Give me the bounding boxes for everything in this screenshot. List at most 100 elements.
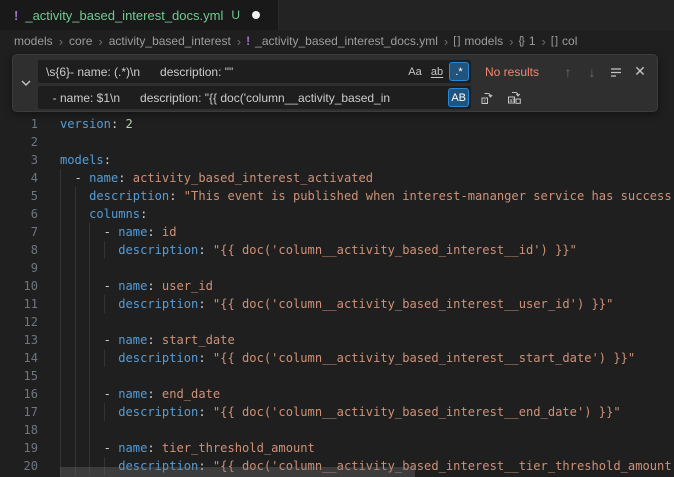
line-number[interactable]: 6 xyxy=(0,205,38,223)
line-number[interactable]: 17 xyxy=(0,403,38,421)
line-number[interactable]: 1 xyxy=(0,115,38,133)
unsaved-dot-icon[interactable] xyxy=(252,11,260,19)
indent-guide xyxy=(60,439,61,457)
indent-guide xyxy=(60,295,61,313)
find-input[interactable]: \s{6}- name: (.*)\n description: "" Aa a… xyxy=(38,60,471,83)
token: "{{ doc('column__activity_based_interest… xyxy=(206,405,621,419)
token: : xyxy=(140,207,147,221)
code-text[interactable]: - name: id xyxy=(38,223,674,241)
code-line[interactable]: 16 - name: end_date xyxy=(0,385,674,403)
line-number[interactable]: 8 xyxy=(0,241,38,259)
replace-button[interactable]: c xyxy=(476,87,498,109)
code-line[interactable]: 7 - name: id xyxy=(0,223,674,241)
indent-guide xyxy=(60,277,61,295)
whole-word-toggle[interactable]: ab xyxy=(427,62,447,81)
line-number[interactable]: 7 xyxy=(0,223,38,241)
code-line[interactable]: 19 - name: tier_threshold_amount xyxy=(0,439,674,457)
code-line[interactable]: 5 description: "This event is published … xyxy=(0,187,674,205)
preserve-case-toggle[interactable]: AB xyxy=(448,88,469,107)
line-number[interactable]: 15 xyxy=(0,367,38,385)
code-line[interactable]: 13 - name: start_date xyxy=(0,331,674,349)
breadcrumb-item[interactable]: [ ]col xyxy=(551,34,579,48)
code-line[interactable]: 4 - name: activity_based_interest_activa… xyxy=(0,169,674,187)
code-line[interactable]: 10 - name: user_id xyxy=(0,277,674,295)
line-number[interactable]: 10 xyxy=(0,277,38,295)
line-number[interactable]: 18 xyxy=(0,421,38,439)
code-text[interactable]: - name: start_date xyxy=(38,331,674,349)
regex-toggle[interactable]: .* xyxy=(449,62,469,81)
code-line[interactable]: 17 description: "{{ doc('column__activit… xyxy=(0,403,674,421)
find-in-selection-button[interactable] xyxy=(605,61,627,83)
code-text[interactable]: version: 2 xyxy=(38,115,674,133)
indent-guide xyxy=(75,205,76,223)
line-number[interactable]: 2 xyxy=(0,133,38,151)
code-line[interactable]: 18 xyxy=(0,421,674,439)
line-number[interactable]: 20 xyxy=(0,457,38,475)
code-line[interactable]: 8 description: "{{ doc('column__activity… xyxy=(0,241,674,259)
code-text[interactable] xyxy=(38,421,674,439)
match-case-toggle[interactable]: Aa xyxy=(405,62,425,81)
code-text[interactable]: description: "{{ doc('column__activity_b… xyxy=(38,349,674,367)
close-find-button[interactable]: ✕ xyxy=(629,61,651,83)
code-text[interactable] xyxy=(38,133,674,151)
breadcrumb-item[interactable]: activity_based_interest xyxy=(108,34,232,48)
code-text[interactable]: - name: tier_threshold_amount xyxy=(38,439,674,457)
code-text[interactable]: columns: xyxy=(38,205,674,223)
line-number[interactable]: 9 xyxy=(0,259,38,277)
code-line[interactable]: 12 xyxy=(0,313,674,331)
token: 2 xyxy=(126,117,133,131)
line-number[interactable]: 16 xyxy=(0,385,38,403)
code-line[interactable]: 1version: 2 xyxy=(0,115,674,133)
breadcrumb-item[interactable]: !_activity_based_interest_docs.yml xyxy=(246,34,439,48)
line-number[interactable]: 14 xyxy=(0,349,38,367)
breadcrumb-label: col xyxy=(562,34,577,48)
breadcrumb-item[interactable]: core xyxy=(68,34,93,48)
replace-input[interactable]: - name: $1\n description: "{{ doc('colum… xyxy=(38,86,471,109)
find-next-button[interactable]: ↓ xyxy=(581,61,603,83)
indent-guide xyxy=(89,295,90,313)
find-previous-button[interactable]: ↑ xyxy=(557,61,579,83)
tab-active[interactable]: ! _activity_based_interest_docs.yml U xyxy=(0,0,279,30)
code-text[interactable]: description: "{{ doc('column__activity_b… xyxy=(38,241,674,259)
code-line[interactable]: 3models: xyxy=(0,151,674,169)
code-line[interactable]: 15 xyxy=(0,367,674,385)
code-text[interactable]: description: "{{ doc('column__activity_b… xyxy=(38,403,674,421)
line-number[interactable]: 13 xyxy=(0,331,38,349)
horizontal-scrollbar[interactable] xyxy=(60,467,415,477)
token: description xyxy=(89,189,169,203)
editor[interactable]: 1version: 223models:4 - name: activity_b… xyxy=(0,52,674,477)
indent-guide xyxy=(60,403,61,421)
indent-guide xyxy=(104,403,105,421)
line-number[interactable]: 12 xyxy=(0,313,38,331)
line-number[interactable]: 11 xyxy=(0,295,38,313)
token: : xyxy=(147,279,154,293)
code-line[interactable]: 11 description: "{{ doc('column__activit… xyxy=(0,295,674,313)
line-number[interactable]: 19 xyxy=(0,439,38,457)
toggle-replace-button[interactable] xyxy=(13,55,38,111)
line-number[interactable]: 3 xyxy=(0,151,38,169)
code-text[interactable]: - name: user_id xyxy=(38,277,674,295)
indent-guide xyxy=(89,439,90,457)
indent-guide xyxy=(89,277,90,295)
code-text[interactable] xyxy=(38,313,674,331)
breadcrumb-item[interactable]: models xyxy=(13,34,54,48)
indent-guide xyxy=(60,205,61,223)
replace-text: - name: $1\n description: "{{ doc('colum… xyxy=(46,91,446,105)
code-text[interactable]: - name: end_date xyxy=(38,385,674,403)
code-line[interactable]: 2 xyxy=(0,133,674,151)
line-number[interactable]: 5 xyxy=(0,187,38,205)
code-text[interactable]: description: "This event is published wh… xyxy=(38,187,674,205)
token: name xyxy=(89,171,118,185)
code-line[interactable]: 14 description: "{{ doc('column__activit… xyxy=(0,349,674,367)
code-text[interactable]: models: xyxy=(38,151,674,169)
code-text[interactable]: - name: activity_based_interest_activate… xyxy=(38,169,674,187)
code-text[interactable] xyxy=(38,367,674,385)
code-text[interactable] xyxy=(38,259,674,277)
code-line[interactable]: 9 xyxy=(0,259,674,277)
breadcrumb-item[interactable]: [ ]models xyxy=(453,34,504,48)
code-text[interactable]: description: "{{ doc('column__activity_b… xyxy=(38,295,674,313)
code-line[interactable]: 6 columns: xyxy=(0,205,674,223)
breadcrumb-item[interactable]: {}1 xyxy=(518,34,536,48)
line-number[interactable]: 4 xyxy=(0,169,38,187)
replace-all-button[interactable]: ab xyxy=(503,87,525,109)
